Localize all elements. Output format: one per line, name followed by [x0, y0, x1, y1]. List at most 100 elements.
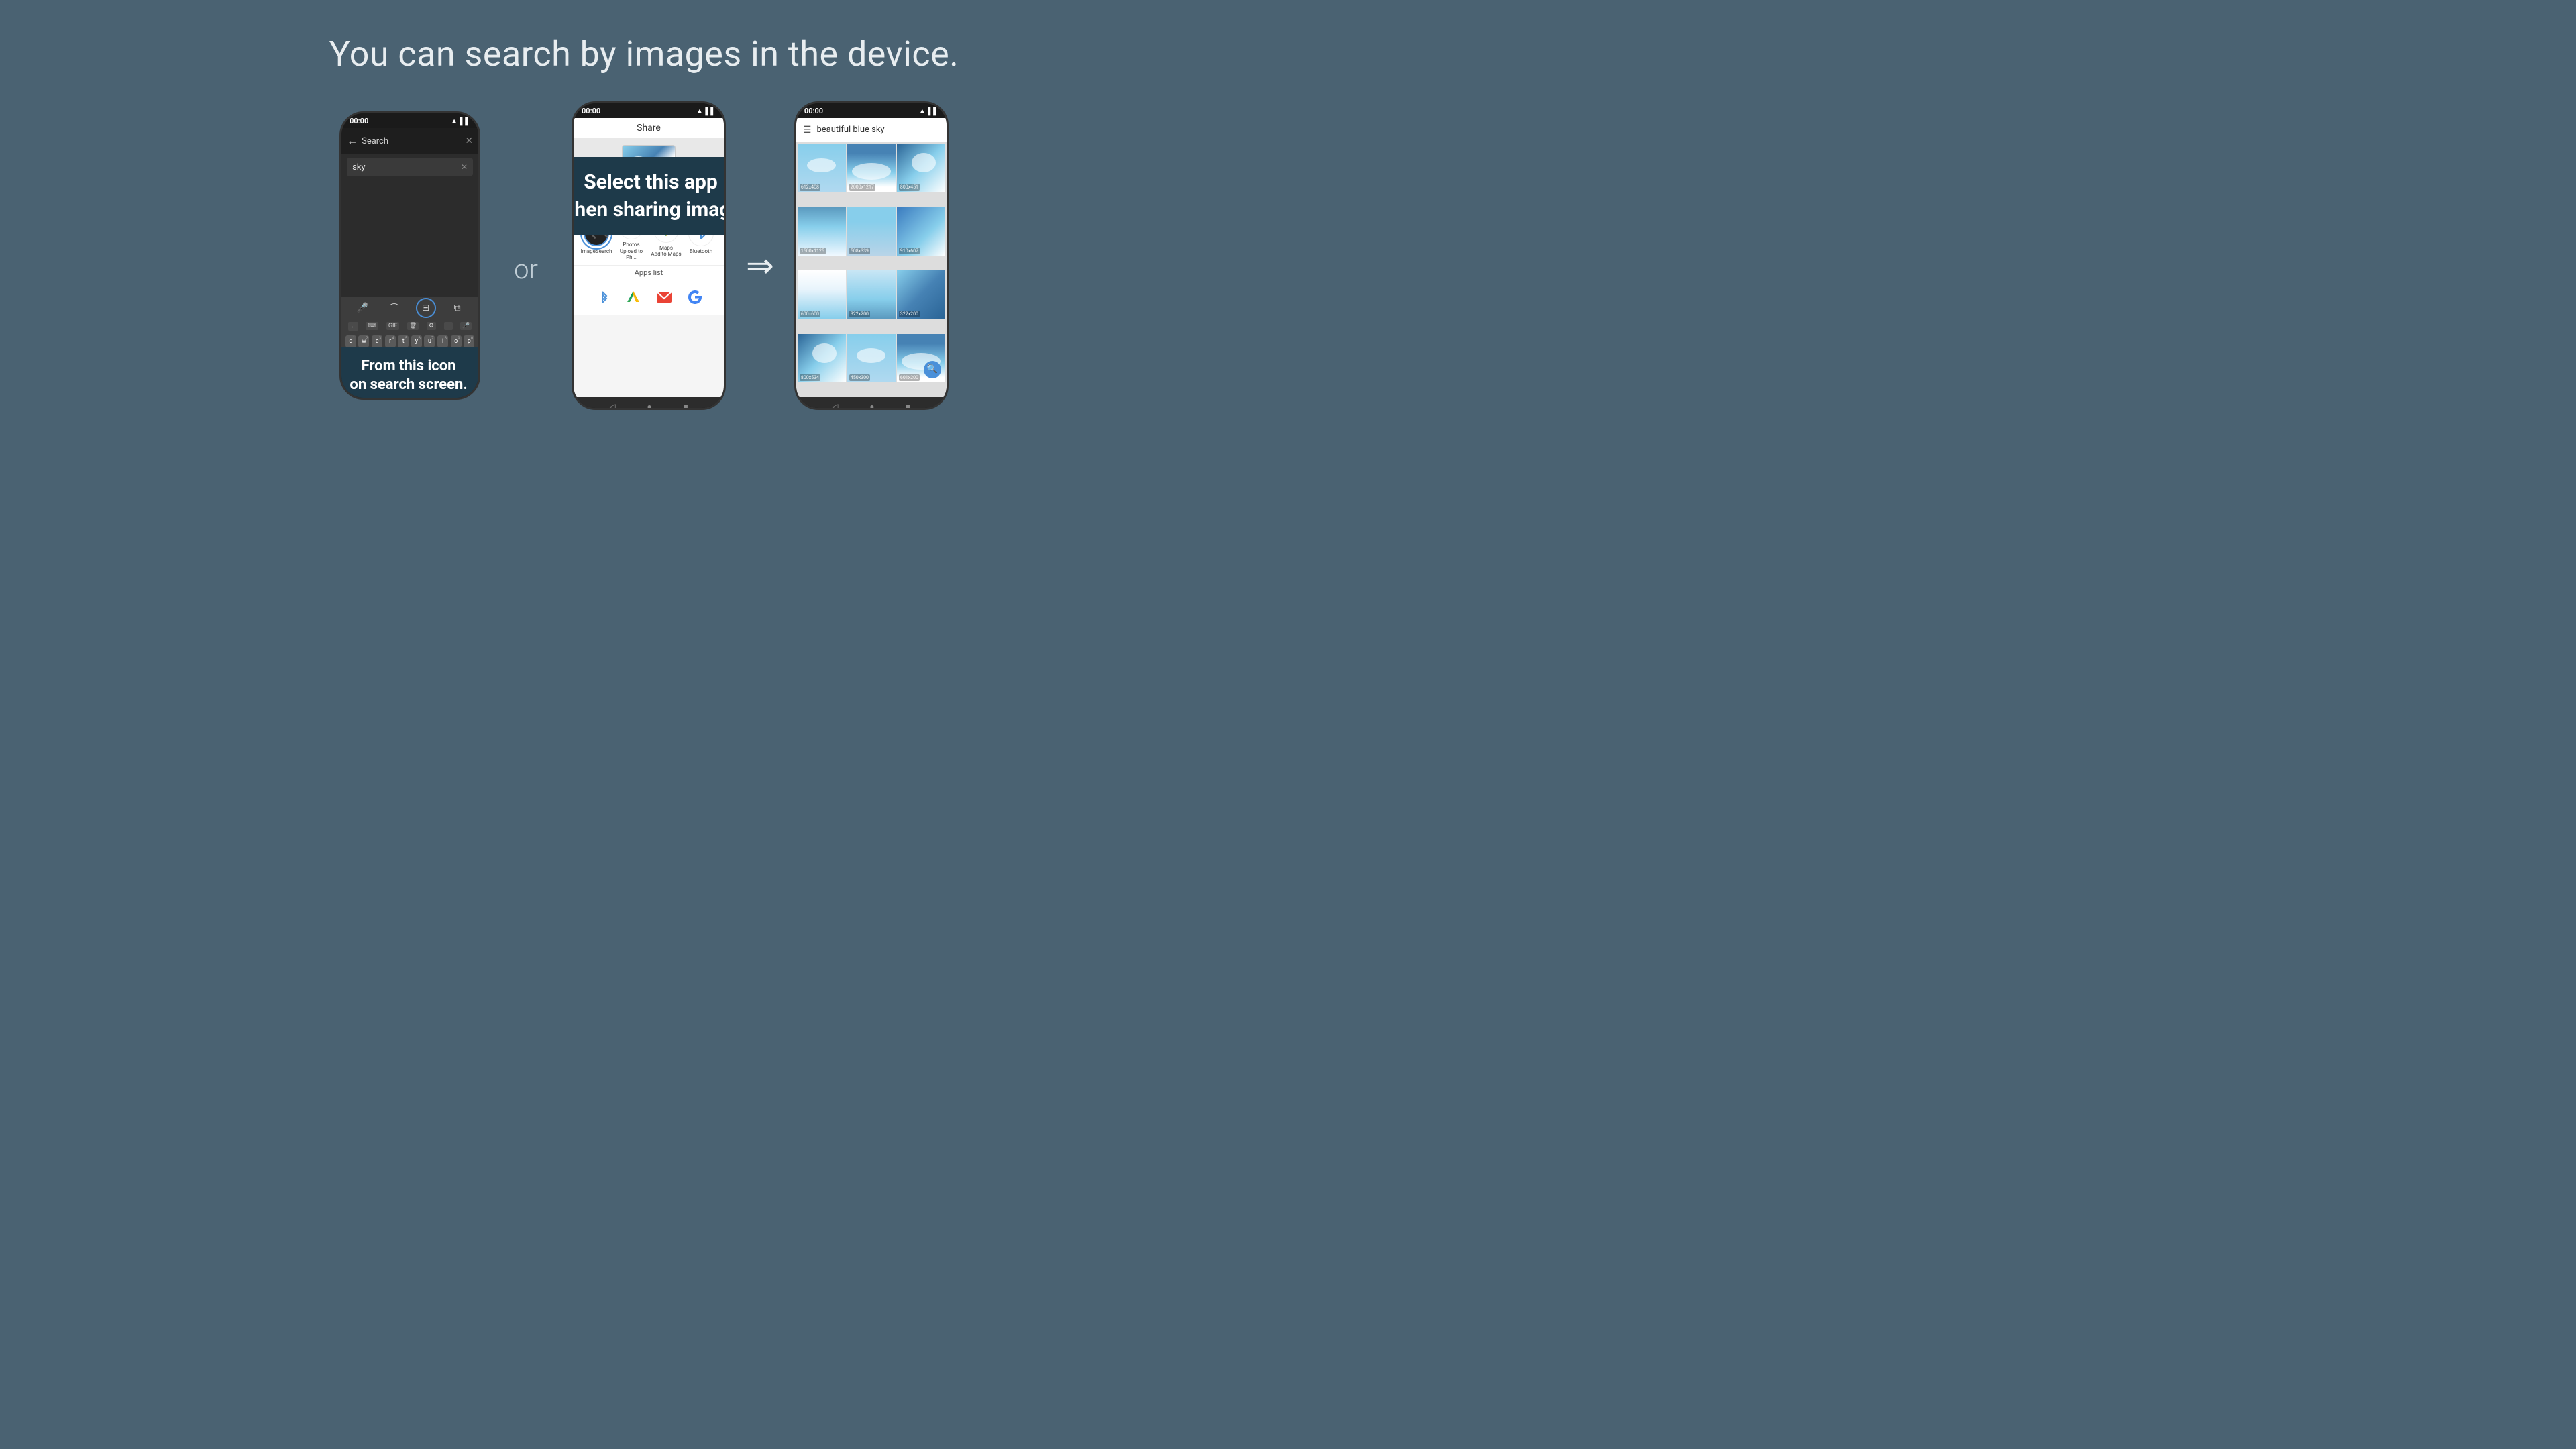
search-query-bar: sky ✕: [347, 158, 473, 176]
phone3-time: 00:00: [804, 107, 823, 115]
nav2-back[interactable]: ◁: [609, 402, 615, 410]
phone2-callout-line1: Select this app: [572, 169, 726, 197]
key-u[interactable]: u7: [424, 335, 435, 347]
photos-label: PhotosUpload to Ph...: [614, 241, 648, 261]
key-p[interactable]: p0: [464, 335, 474, 347]
phone2-time: 00:00: [582, 107, 600, 115]
clear-query-icon[interactable]: ✕: [461, 162, 468, 172]
results-query-text: beautiful blue sky: [816, 125, 884, 135]
phone2-callout: Select this app when sharing image: [572, 157, 726, 235]
key-w[interactable]: w2: [358, 335, 369, 347]
grid-item-9[interactable]: 322x200: [897, 270, 945, 319]
grid-item-4[interactable]: 1500x1125: [798, 207, 846, 256]
share-title-bar: Share: [574, 118, 724, 138]
grid-item-2[interactable]: 2000x1217: [847, 144, 896, 192]
grid-label-1: 612x408: [800, 184, 820, 191]
list-gmail-icon[interactable]: [652, 285, 676, 309]
phone2-status-bar: 00:00 ▲ ▌▌: [574, 103, 724, 118]
phone1-callout: From this icon on search screen.: [339, 347, 480, 400]
phone3-mockup: 00:00 ▲ ▌▌ ☰ beautiful blue sky 612x408 …: [794, 101, 949, 410]
nav2-recent[interactable]: ■: [683, 402, 688, 410]
list-google-icon[interactable]: [683, 285, 707, 309]
wifi-icon: ▲: [451, 117, 458, 125]
results-header: ☰ beautiful blue sky: [796, 118, 947, 142]
hamburger-icon[interactable]: ☰: [803, 125, 812, 136]
signal-icon: ▌▌: [460, 117, 471, 125]
phone1-mockup: 00:00 ▲ ▌▌ ← Search ✕ sky ✕ 🎤 ⌒: [339, 111, 480, 400]
mic-toolbar-icon[interactable]: 🎤: [355, 300, 371, 316]
signal-icon2: ▌▌: [705, 107, 716, 115]
keyboard-back-key[interactable]: ←: [348, 322, 358, 331]
grid-item-1[interactable]: 612x408: [798, 144, 846, 192]
search-top-bar: ← Search ✕: [341, 128, 478, 154]
mic-key[interactable]: 🎤: [460, 322, 472, 330]
settings-key[interactable]: ⚙: [427, 322, 436, 330]
trend-toolbar-icon[interactable]: ⌒: [386, 300, 402, 316]
key-t[interactable]: t5: [398, 335, 409, 347]
phone3-status-icons: ▲ ▌▌: [918, 107, 938, 115]
grid-item-10[interactable]: 800x534: [798, 334, 846, 382]
maps-label: MapsAdd to Maps: [651, 245, 681, 258]
list-bluetooth-icon[interactable]: [590, 285, 614, 309]
more-key[interactable]: ···: [444, 322, 453, 330]
keyboard-keys-row: q1 w2 e3 r4 t5 y6 u7 i8 o9 p0: [341, 333, 478, 348]
icon-highlight-ring: [416, 298, 436, 318]
apps-list-row: [574, 280, 724, 315]
grid-item-11[interactable]: 450x300: [847, 334, 896, 382]
keyboard-special-row: ← ⌨ GIF 🗑 ⚙ ··· 🎤: [341, 319, 478, 333]
search-query-text: sky: [352, 162, 461, 172]
apps-list-label: Apps list: [574, 265, 724, 280]
grid-item-5[interactable]: 508x339: [847, 207, 896, 256]
phone2-status-icons: ▲ ▌▌: [696, 107, 716, 115]
key-y[interactable]: y6: [411, 335, 422, 347]
keyboard-toolbar: 🎤 ⌒ ⊟ ⧉: [341, 297, 478, 319]
grid-label-8: 322x200: [849, 311, 870, 317]
phone1-callout-line1: From this icon: [340, 357, 477, 376]
list-drive-icon[interactable]: [621, 285, 645, 309]
phone3-bottom-nav: ◁ ● ■: [796, 397, 947, 410]
key-q[interactable]: q1: [345, 335, 356, 347]
or-divider: or: [514, 254, 538, 285]
phone1-time: 00:00: [350, 117, 368, 125]
key-o[interactable]: o9: [451, 335, 462, 347]
grid-label-2: 2000x1217: [849, 184, 875, 191]
copy-toolbar-icon[interactable]: ⧉: [449, 300, 466, 316]
grid-label-7: 600x600: [800, 311, 820, 317]
phone1-status-icons: ▲ ▌▌: [451, 117, 470, 125]
grid-item-3[interactable]: 800x451: [897, 144, 945, 192]
page-title: You can search by images in the device.: [329, 34, 959, 74]
grid-label-6: 910x607: [899, 248, 920, 254]
share-title-text: Share: [637, 123, 661, 133]
clear-search-icon[interactable]: ✕: [465, 136, 473, 146]
nav3-home[interactable]: ●: [869, 402, 874, 410]
keyboard-tablet-key[interactable]: ⌨: [366, 322, 378, 330]
phone1-callout-line2: on search screen.: [340, 376, 477, 395]
search-fab-button[interactable]: 🔍: [924, 361, 941, 378]
grid-item-8[interactable]: 322x200: [847, 270, 896, 319]
phone1-status-bar: 00:00 ▲ ▌▌: [341, 113, 478, 128]
phone3-screen: ☰ beautiful blue sky 612x408 2000x1217 8…: [796, 118, 947, 397]
nav3-recent[interactable]: ■: [906, 402, 910, 410]
back-arrow-icon[interactable]: ←: [347, 134, 358, 148]
grid-label-4: 1500x1125: [800, 248, 826, 254]
grid-label-11: 450x300: [849, 374, 870, 381]
grid-label-9: 322x200: [899, 311, 920, 317]
nav2-home[interactable]: ●: [647, 402, 651, 410]
phone3-status-bar: 00:00 ▲ ▌▌: [796, 103, 947, 118]
grid-label-5: 508x339: [849, 248, 870, 254]
grid-item-7[interactable]: 600x600: [798, 270, 846, 319]
gif-key[interactable]: GIF: [386, 322, 400, 330]
grid-label-10: 800x534: [800, 374, 820, 381]
key-i[interactable]: i8: [437, 335, 448, 347]
grid-item-12[interactable]: 601x200 🔍: [897, 334, 945, 382]
delete-key[interactable]: 🗑: [407, 322, 419, 330]
image-search-toolbar-icon[interactable]: ⊟: [418, 300, 434, 316]
key-e[interactable]: e3: [372, 335, 382, 347]
key-r[interactable]: r4: [385, 335, 396, 347]
wifi-icon3: ▲: [918, 107, 926, 115]
wifi-icon2: ▲: [696, 107, 704, 115]
nav3-back[interactable]: ◁: [832, 402, 838, 410]
grid-item-6[interactable]: 910x607: [897, 207, 945, 256]
phone2-bottom-nav: ◁ ● ■: [574, 397, 724, 410]
search-input[interactable]: Search: [362, 136, 461, 146]
